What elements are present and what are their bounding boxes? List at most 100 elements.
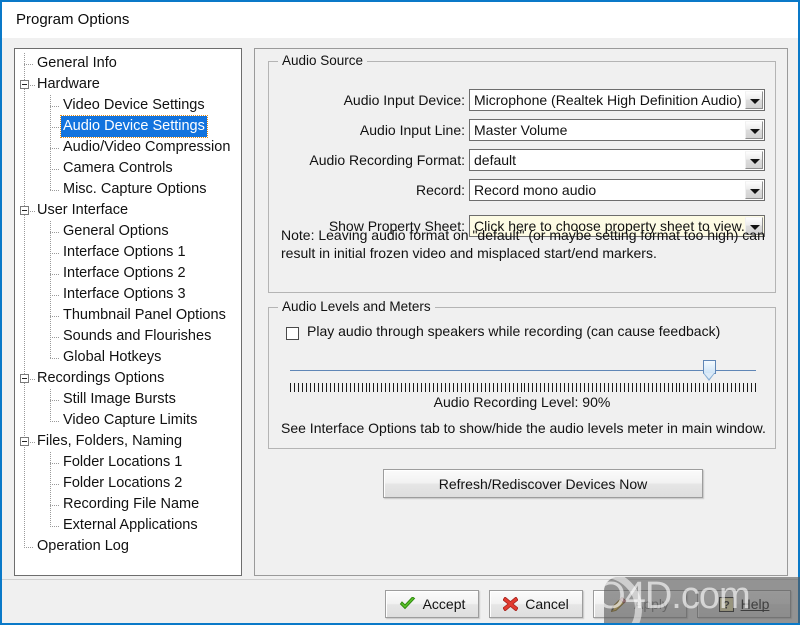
chevron-down-icon[interactable] — [745, 121, 763, 139]
slider-thumb-tip-inner — [703, 373, 714, 379]
apply-button[interactable]: Apply — [593, 590, 687, 618]
tree-item-user-interface[interactable]: User Interface — [15, 200, 241, 221]
tree-item-files-folders-naming[interactable]: Files, Folders, Naming — [15, 431, 241, 452]
tree-collapse-icon[interactable] — [20, 80, 29, 89]
accept-button-label: Accept — [422, 596, 466, 612]
refresh-rediscover-devices-button[interactable]: Refresh/Rediscover Devices Now — [383, 469, 703, 498]
tree-item-general-options[interactable]: General Options — [15, 221, 241, 242]
tick-mark — [743, 383, 744, 392]
tree-item-audio-device-settings[interactable]: Audio Device Settings — [15, 115, 241, 138]
tick-mark — [397, 383, 398, 392]
combo-audio-input-line[interactable]: Master Volume — [469, 119, 765, 141]
audio-level-tick-marks — [290, 383, 756, 392]
tree-item-label: Global Hotkeys — [63, 349, 162, 365]
tree-connector-dot — [24, 64, 34, 65]
tree-item-camera-controls[interactable]: Camera Controls — [15, 158, 241, 179]
tree-item-video-capture-limits[interactable]: Video Capture Limits — [15, 410, 241, 431]
tick-mark — [465, 383, 466, 392]
tick-mark — [366, 383, 367, 392]
tree-item-label: Hardware — [37, 76, 100, 92]
tree-item-label: Thumbnail Panel Options — [63, 307, 226, 323]
tree-connector-dot — [50, 358, 60, 359]
tree-connector-dot — [50, 232, 60, 233]
tick-mark — [350, 383, 351, 392]
tick-mark — [342, 383, 343, 392]
field-label-0: Audio Input Device: — [343, 92, 465, 108]
tree-item-label: Files, Folders, Naming — [37, 433, 183, 449]
combo-record[interactable]: Record mono audio — [469, 179, 765, 201]
tick-mark — [513, 383, 514, 392]
tick-mark — [302, 383, 303, 392]
tree-connector-dot — [50, 274, 60, 275]
combo-audio-input-device[interactable]: Microphone (Realtek High Definition Audi… — [469, 89, 765, 111]
cancel-button[interactable]: Cancel — [489, 590, 583, 618]
settings-tree[interactable]: General Info Hardware Video Device Setting… — [14, 48, 242, 576]
combo-value: Master Volume — [474, 122, 568, 138]
tick-mark — [469, 383, 470, 392]
tree-item-audio-video-compression[interactable]: Audio/Video Compression — [15, 137, 241, 158]
tick-mark — [314, 383, 315, 392]
tree-item-operation-log[interactable]: Operation Log — [15, 536, 241, 557]
chevron-down-icon[interactable] — [745, 181, 763, 199]
tick-mark — [441, 383, 442, 392]
combo-value: Record mono audio — [474, 182, 597, 198]
tree-item-label: Folder Locations 1 — [63, 454, 183, 470]
tick-mark — [401, 383, 402, 392]
tree-item-folder-locations-2[interactable]: Folder Locations 2 — [15, 473, 241, 494]
tree-item-label: Audio Device Settings — [60, 115, 208, 138]
tree-item-label: Interface Options 1 — [63, 244, 186, 260]
tree-item-general-info[interactable]: General Info — [15, 53, 241, 74]
accept-button[interactable]: Accept — [385, 590, 479, 618]
tick-mark — [612, 383, 613, 392]
audio-level-slider-track[interactable] — [290, 370, 756, 371]
help-button[interactable]: ? Help — [697, 590, 791, 618]
chevron-down-icon[interactable] — [745, 151, 763, 169]
tree-item-sounds-and-flourishes[interactable]: Sounds and Flourishes — [15, 326, 241, 347]
tree-item-thumbnail-panel-options[interactable]: Thumbnail Panel Options — [15, 305, 241, 326]
tree-collapse-icon[interactable] — [20, 206, 29, 215]
combo-audio-recording-format[interactable]: default — [469, 149, 765, 171]
tree-connector-dot — [50, 463, 60, 464]
tick-mark — [310, 383, 311, 392]
play-audio-through-speakers-checkbox[interactable] — [286, 327, 299, 340]
tick-mark — [413, 383, 414, 392]
tree-item-misc-capture-options[interactable]: Misc. Capture Options — [15, 179, 241, 200]
tree-item-label: Still Image Bursts — [63, 391, 176, 407]
tree-collapse-icon[interactable] — [20, 437, 29, 446]
tree-item-recordings-options[interactable]: Recordings Options — [15, 368, 241, 389]
help-button-label: Help — [740, 596, 770, 612]
audio-level-slider-thumb[interactable] — [702, 360, 716, 381]
tree-item-interface-options-2[interactable]: Interface Options 2 — [15, 263, 241, 284]
tick-mark — [679, 383, 680, 392]
tree-item-interface-options-1[interactable]: Interface Options 1 — [15, 242, 241, 263]
tick-mark — [707, 383, 708, 392]
tick-mark — [369, 383, 370, 392]
tick-mark — [640, 383, 641, 392]
tick-mark — [377, 383, 378, 392]
tick-mark — [497, 383, 498, 392]
tree-item-label: Folder Locations 2 — [63, 475, 183, 491]
tree-item-label: Recording File Name — [63, 496, 200, 512]
tree-item-external-applications[interactable]: External Applications — [15, 515, 241, 536]
cross-icon — [503, 597, 519, 611]
refresh-rediscover-devices-label: Refresh/Rediscover Devices Now — [438, 475, 648, 492]
settings-content-panel: Audio Source Audio Input Device: Micropho… — [254, 48, 788, 576]
tick-mark — [648, 383, 649, 392]
tick-mark — [719, 383, 720, 392]
tick-mark — [306, 383, 307, 392]
tree-item-folder-locations-1[interactable]: Folder Locations 1 — [15, 452, 241, 473]
tree-item-recording-file-name[interactable]: Recording File Name — [15, 494, 241, 515]
tick-mark — [461, 383, 462, 392]
chevron-down-icon[interactable] — [745, 91, 763, 109]
tree-item-interface-options-3[interactable]: Interface Options 3 — [15, 284, 241, 305]
tree-item-global-hotkeys[interactable]: Global Hotkeys — [15, 347, 241, 368]
tick-mark — [425, 383, 426, 392]
tick-mark — [405, 383, 406, 392]
tree-collapse-icon[interactable] — [20, 374, 29, 383]
tick-mark — [624, 383, 625, 392]
tree-item-hardware[interactable]: Hardware — [15, 74, 241, 95]
program-options-dialog: Program Options General Info Hardware Vide… — [0, 0, 800, 625]
tree-item-still-image-bursts[interactable]: Still Image Bursts — [15, 389, 241, 410]
tick-mark — [505, 383, 506, 392]
tree-item-video-device-settings[interactable]: Video Device Settings — [15, 95, 241, 116]
